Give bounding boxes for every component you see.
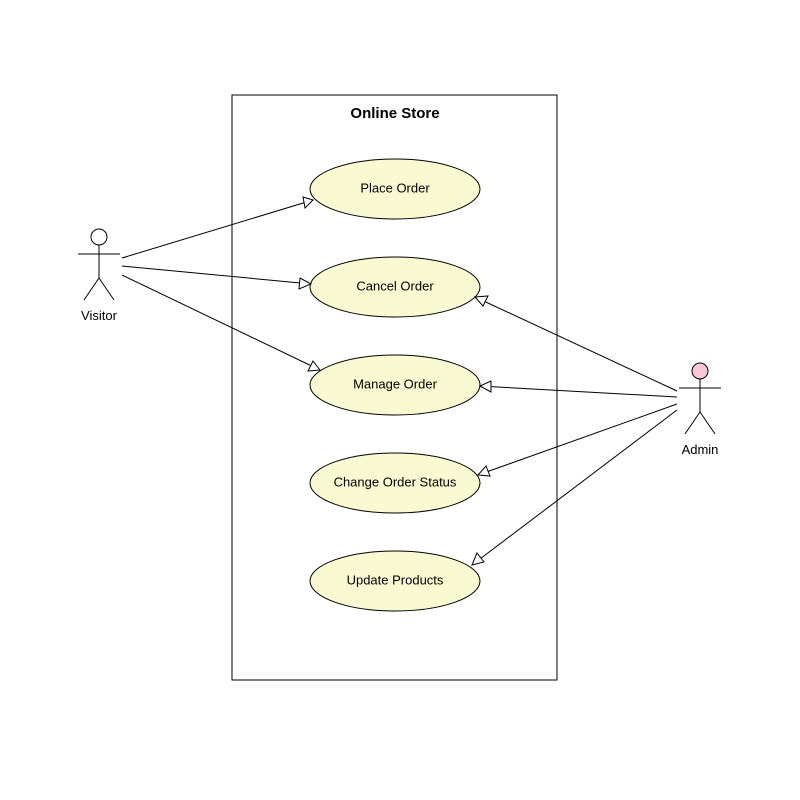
actor-visitor-label: Visitor	[81, 308, 118, 323]
connector-visitor-place-order	[122, 197, 313, 258]
actor-admin-leg-left	[685, 412, 700, 434]
actor-admin-label: Admin	[682, 442, 719, 457]
actor-admin-leg-right	[700, 412, 715, 434]
actor-visitor-leg-left	[84, 278, 99, 300]
usecase-label-0: Place Order	[360, 180, 430, 195]
actor-visitor-head-icon	[91, 229, 107, 245]
connector-visitor-manage-order	[122, 275, 320, 371]
actor-visitor-leg-right	[99, 278, 114, 300]
system-title: Online Store	[350, 105, 439, 122]
use-case-diagram: Online Store Place Order Cancel Order Ma…	[0, 0, 800, 800]
usecase-label-2: Manage Order	[353, 376, 437, 391]
connector-admin-change-order-status	[478, 404, 677, 476]
actor-visitor: Visitor	[78, 229, 120, 323]
usecase-label-1: Cancel Order	[356, 278, 434, 293]
connector-admin-cancel-order	[475, 296, 677, 391]
usecase-label-3: Change Order Status	[334, 474, 457, 489]
actor-admin-head-icon	[692, 363, 708, 379]
connector-admin-manage-order	[480, 381, 677, 397]
actor-admin: Admin	[679, 363, 721, 457]
usecase-label-4: Update Products	[347, 572, 444, 587]
connector-admin-update-products	[472, 410, 677, 565]
connector-visitor-cancel-order	[122, 266, 311, 289]
